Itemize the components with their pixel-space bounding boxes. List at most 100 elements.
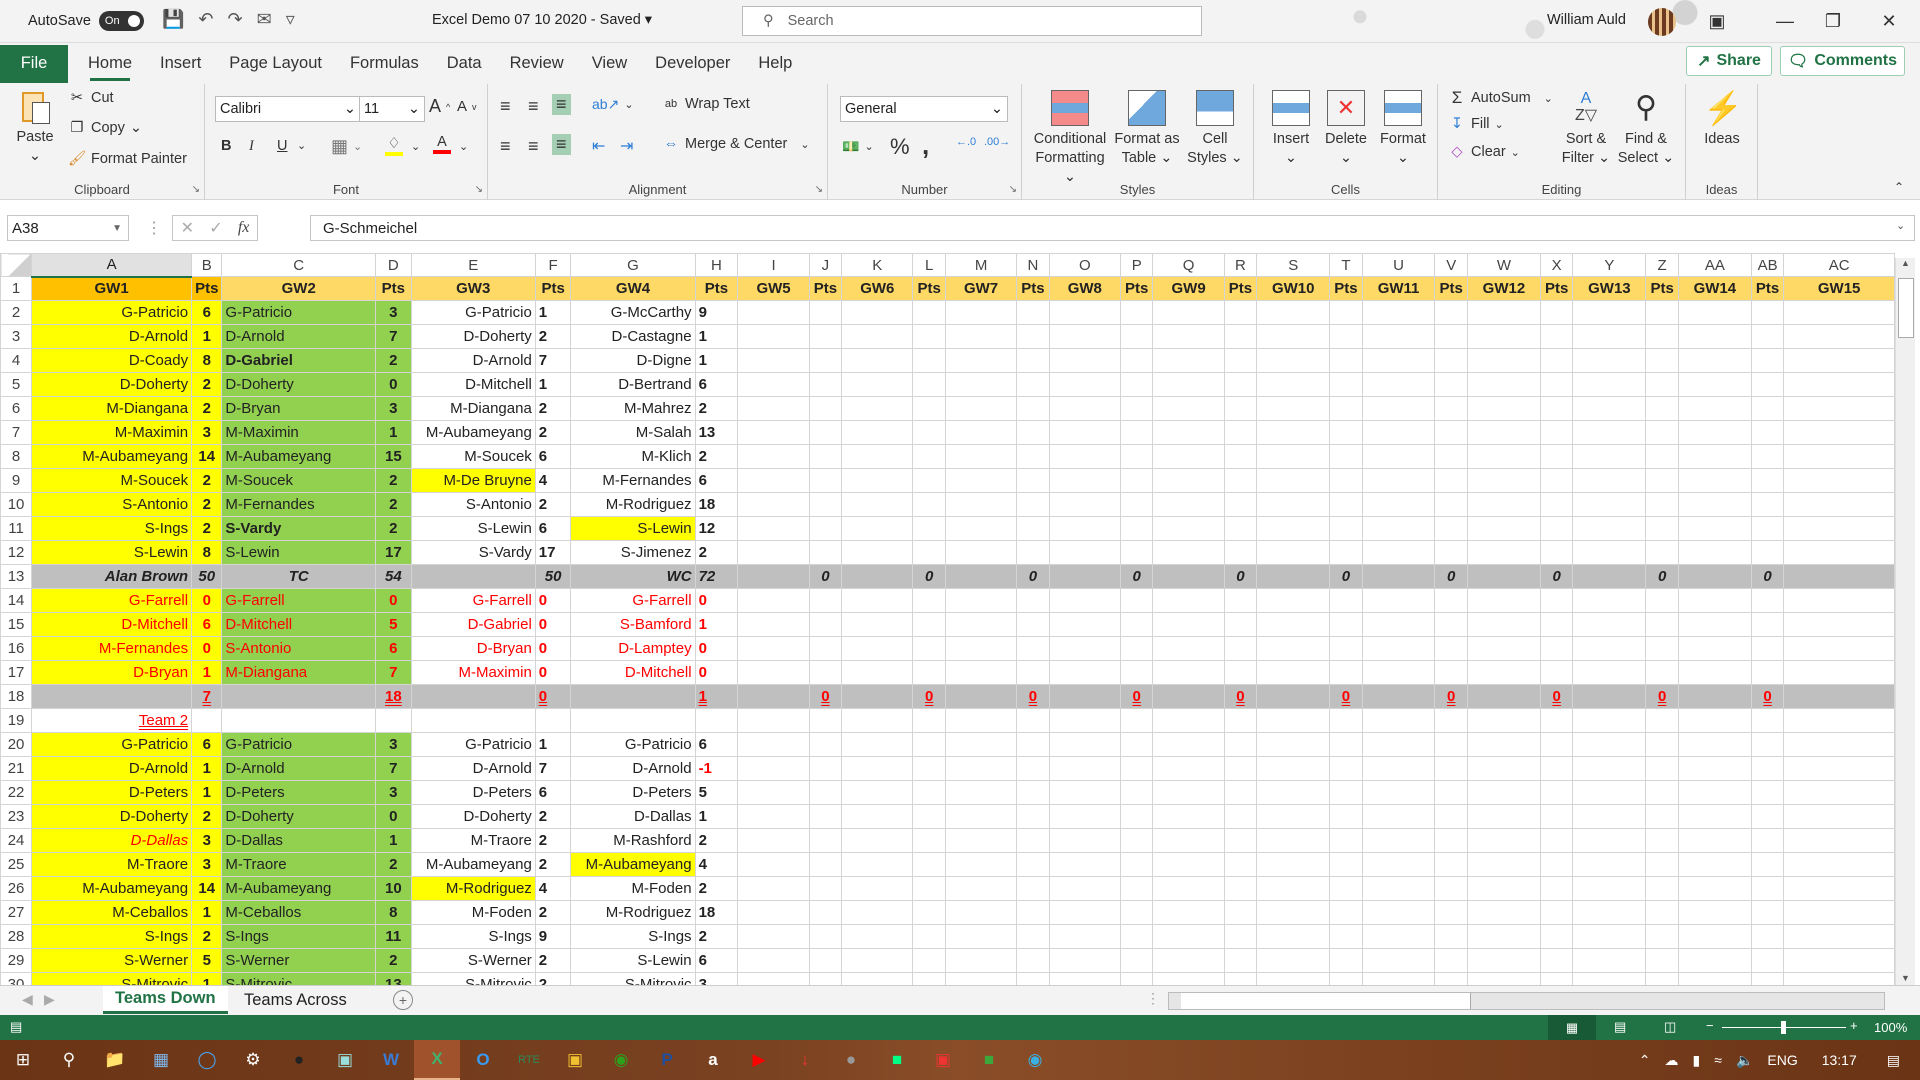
cell[interactable] (1361, 540, 1436, 565)
cell[interactable] (1048, 324, 1121, 349)
cell[interactable] (841, 780, 914, 805)
find-select-button[interactable]: ⚲ Find & Select ⌄ (1616, 90, 1676, 168)
cell[interactable] (1539, 948, 1574, 973)
cell[interactable]: 0 (191, 636, 223, 661)
header-cell[interactable]: Pts (1645, 276, 1679, 301)
header-cell[interactable]: Pts (1434, 276, 1468, 301)
cell[interactable]: M-Soucek (221, 468, 377, 493)
cell[interactable]: G-Farrell (221, 588, 377, 613)
cell-styles-button[interactable]: Cell Styles ⌄ (1184, 90, 1246, 168)
cell[interactable] (1677, 516, 1752, 541)
cell[interactable] (912, 396, 946, 421)
windows-start-icon[interactable]: ⊞ (0, 1040, 46, 1080)
cell[interactable] (912, 660, 946, 685)
premier-league-icon[interactable]: ■ (874, 1040, 920, 1080)
cell[interactable] (1677, 756, 1752, 781)
cell[interactable] (912, 468, 946, 493)
cell[interactable] (1119, 396, 1154, 421)
show-hidden-icons-icon[interactable]: ⌃ (1639, 1052, 1651, 1069)
cell[interactable]: 6 (534, 444, 572, 469)
cell[interactable] (1466, 324, 1541, 349)
column-header-v[interactable]: V (1434, 253, 1468, 277)
column-header-e[interactable]: E (410, 253, 536, 277)
cell[interactable] (1434, 876, 1468, 901)
cell[interactable] (1048, 540, 1121, 565)
cell[interactable]: M-Ceballos (31, 900, 193, 925)
cell[interactable]: G-Farrell (31, 588, 193, 613)
cell[interactable] (1048, 564, 1121, 589)
paste-button[interactable]: Paste ⌄ (12, 88, 58, 166)
cell[interactable] (1152, 444, 1225, 469)
cell[interactable] (1466, 684, 1541, 709)
cell[interactable] (1466, 636, 1541, 661)
cell[interactable] (1016, 876, 1050, 901)
cell[interactable] (912, 828, 946, 853)
cell[interactable] (1466, 708, 1541, 733)
cell[interactable] (1016, 660, 1050, 685)
cell[interactable] (1645, 732, 1679, 757)
cell[interactable] (1119, 372, 1154, 397)
cell[interactable] (1572, 636, 1647, 661)
cell[interactable] (1119, 924, 1154, 949)
cell[interactable] (808, 876, 843, 901)
vertical-scroll-thumb[interactable] (1898, 278, 1914, 338)
cell[interactable] (808, 588, 843, 613)
cell[interactable] (1572, 732, 1647, 757)
cell[interactable] (912, 588, 946, 613)
cell[interactable] (191, 708, 223, 733)
cell[interactable] (1361, 300, 1436, 325)
cell[interactable] (1572, 828, 1647, 853)
cell[interactable] (1152, 396, 1225, 421)
cell[interactable] (1539, 780, 1574, 805)
cell[interactable]: D-Arnold (410, 348, 536, 373)
cell[interactable] (1783, 924, 1895, 949)
cell[interactable] (1466, 516, 1541, 541)
cell[interactable] (1329, 636, 1363, 661)
cell[interactable] (1783, 780, 1895, 805)
column-header-c[interactable]: C (221, 253, 377, 277)
cell[interactable]: M-Rodriguez (410, 876, 536, 901)
row-header[interactable]: 23 (0, 804, 33, 829)
format-painter-button[interactable]: 🖌 Format Painter (68, 150, 187, 168)
cell[interactable] (1256, 708, 1331, 733)
cell[interactable] (1361, 564, 1436, 589)
cell[interactable]: 17 (375, 540, 412, 565)
cell[interactable] (1572, 780, 1647, 805)
cell[interactable] (1750, 948, 1785, 973)
cell[interactable] (1539, 876, 1574, 901)
bold-button[interactable]: B (221, 138, 231, 154)
align-bottom-icon[interactable]: ≡ (552, 94, 571, 115)
cell[interactable]: S-Lewin (410, 516, 536, 541)
cell[interactable]: D-Dallas (31, 828, 193, 853)
cell[interactable]: S-Antonio (31, 492, 193, 517)
cell[interactable]: G-Patricio (221, 732, 377, 757)
column-header-aa[interactable]: AA (1677, 253, 1752, 277)
cell[interactable] (1152, 972, 1225, 985)
cell[interactable] (1223, 852, 1258, 877)
cell[interactable] (1466, 588, 1541, 613)
cell[interactable] (1783, 804, 1895, 829)
cell[interactable] (1256, 300, 1331, 325)
cell[interactable]: 4 (534, 876, 572, 901)
cell[interactable] (1048, 828, 1121, 853)
wifi-icon[interactable]: ≈ (1714, 1052, 1722, 1068)
cell[interactable] (1539, 300, 1574, 325)
cell[interactable] (1256, 396, 1331, 421)
header-cell[interactable]: GW5 (737, 276, 810, 301)
cell[interactable]: M-Traore (410, 828, 536, 853)
cell[interactable] (1016, 396, 1050, 421)
cell[interactable] (1016, 300, 1050, 325)
cell[interactable] (1329, 852, 1363, 877)
column-header-j[interactable]: J (808, 253, 843, 277)
cell[interactable] (1048, 780, 1121, 805)
cell[interactable] (1539, 900, 1574, 925)
cell[interactable]: 13 (375, 972, 412, 985)
cell[interactable] (1466, 780, 1541, 805)
cell[interactable] (1329, 828, 1363, 853)
cell[interactable] (1783, 972, 1895, 985)
outlook-icon[interactable]: O (460, 1040, 506, 1080)
cell[interactable]: 1 (534, 732, 572, 757)
cell[interactable] (841, 852, 914, 877)
cell[interactable] (1750, 396, 1785, 421)
cell[interactable] (1677, 372, 1752, 397)
